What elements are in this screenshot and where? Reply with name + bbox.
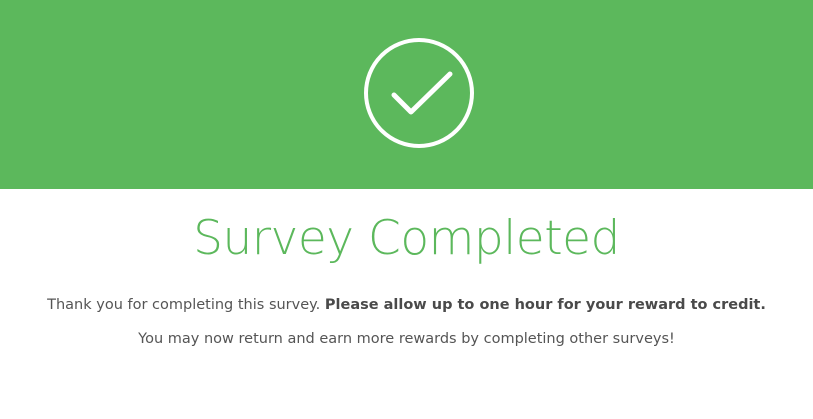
check-circle-icon [363,37,475,149]
reward-credit-notice: Please allow up to one hour for your rew… [324,297,766,313]
success-banner [0,0,813,189]
survey-complete-page: Survey Completed Thank you for completin… [0,0,813,419]
page-title: Survey Completed [193,211,620,266]
completion-message: Thank you for completing this survey. Pl… [0,295,813,315]
return-message: You may now return and earn more rewards… [138,331,675,347]
completion-message-intro: Thank you for completing this survey. [47,297,321,313]
